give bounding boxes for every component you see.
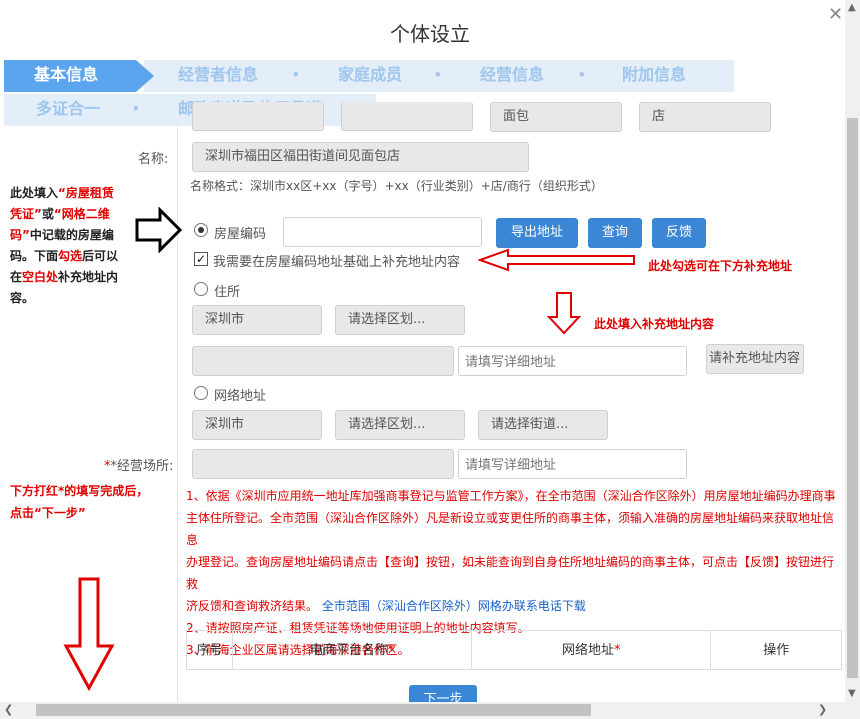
- query-button[interactable]: 查询: [588, 218, 642, 248]
- step-separator-icon: •: [434, 68, 442, 82]
- name-brand-input[interactable]: [341, 102, 473, 131]
- business-place-detail-input[interactable]: [458, 449, 687, 479]
- vertical-scroll-thumb[interactable]: [847, 118, 858, 678]
- residence-address-prefix: [192, 346, 454, 376]
- residence-label: 住所: [214, 285, 241, 300]
- network-street-select[interactable]: 请选择街道...: [478, 410, 608, 440]
- step-multi-cert[interactable]: 多证合一: [36, 94, 100, 126]
- scroll-right-icon[interactable]: ❯: [818, 703, 827, 716]
- arrow-left-icon: [478, 248, 635, 272]
- business-place-prefix: [192, 449, 454, 479]
- name-industry-input[interactable]: 面包: [490, 102, 622, 132]
- annotation-fill: 此处填入补充地址内容: [594, 317, 715, 331]
- step-family-members[interactable]: 家庭成员: [338, 60, 402, 92]
- scroll-up-icon[interactable]: ▲: [848, 2, 856, 13]
- ecommerce-table-header: 序号 电商平台名称* 网络地址* 操作: [186, 630, 842, 670]
- horizontal-scroll-thumb[interactable]: [36, 704, 591, 716]
- business-place-label: **经营场所:: [104, 459, 174, 474]
- network-address-radio[interactable]: [194, 386, 208, 400]
- residence-district-select[interactable]: 请选择区划...: [335, 305, 465, 335]
- name-field[interactable]: 深圳市福田区福田街道间见面包店: [192, 142, 529, 172]
- step-separator-icon: •: [132, 102, 140, 116]
- supplement-checkbox[interactable]: ✓: [194, 252, 208, 266]
- step-additional-info[interactable]: 附加信息: [622, 60, 686, 92]
- name-form-input[interactable]: 店: [639, 102, 771, 132]
- network-district-select[interactable]: 请选择区划...: [335, 410, 465, 440]
- step-separator-icon: •: [292, 68, 300, 82]
- residence-city-select[interactable]: 深圳市: [192, 305, 322, 335]
- th-operation: 操作: [763, 643, 790, 658]
- residence-detail-input[interactable]: [458, 346, 687, 376]
- th-no: 序号: [187, 631, 233, 669]
- name-district-select[interactable]: [192, 102, 324, 131]
- scroll-left-icon[interactable]: ❮: [4, 703, 13, 716]
- step-separator-icon: •: [578, 68, 586, 82]
- arrow-down-icon: [546, 292, 582, 335]
- left-note-next: 下方打红*的填写完成后， 点击“下一步”: [10, 484, 149, 520]
- supplement-check-label: 我需要在房屋编码地址基础上补充地址内容: [213, 255, 461, 270]
- name-label: 名称:: [138, 152, 169, 167]
- name-format-hint: 名称格式：深圳市xx区+xx（字号）+xx（行业类别）+店/商行（组织形式）: [190, 179, 603, 193]
- scroll-down-icon[interactable]: ▼: [848, 688, 856, 699]
- feedback-button[interactable]: 反馈: [652, 218, 706, 248]
- grid-phone-download-link[interactable]: 全市范围（深汕合作区除外）网格办联系电话下载: [322, 599, 586, 613]
- residence-supplement-input[interactable]: 请补充地址内容: [706, 344, 804, 374]
- export-address-button[interactable]: 导出地址: [496, 218, 578, 248]
- th-network-address: 网络地址*: [472, 631, 712, 669]
- house-code-label: 房屋编码: [214, 227, 267, 242]
- network-address-label: 网络地址: [214, 389, 267, 404]
- house-code-input[interactable]: [283, 217, 482, 247]
- step-bar: 基本信息 经营者信息 • 家庭成员 • 经营信息 • 附加信息: [4, 60, 734, 94]
- arrow-down-large-icon: [63, 577, 115, 692]
- arrow-right-icon: [135, 207, 183, 253]
- step-business-info[interactable]: 经营信息: [480, 60, 544, 92]
- house-code-radio[interactable]: [194, 223, 208, 237]
- step-operator-info[interactable]: 经营者信息: [178, 60, 258, 92]
- th-platform: 电商平台名称*: [233, 631, 473, 669]
- annotation-check: 此处勾选可在下方补充地址: [648, 259, 793, 273]
- window-title: 个体设立: [390, 22, 470, 46]
- close-icon[interactable]: ✕: [828, 4, 843, 25]
- step-basic-info[interactable]: 基本信息: [4, 60, 154, 92]
- residence-radio[interactable]: [194, 282, 208, 296]
- network-city-select[interactable]: 深圳市: [192, 410, 322, 440]
